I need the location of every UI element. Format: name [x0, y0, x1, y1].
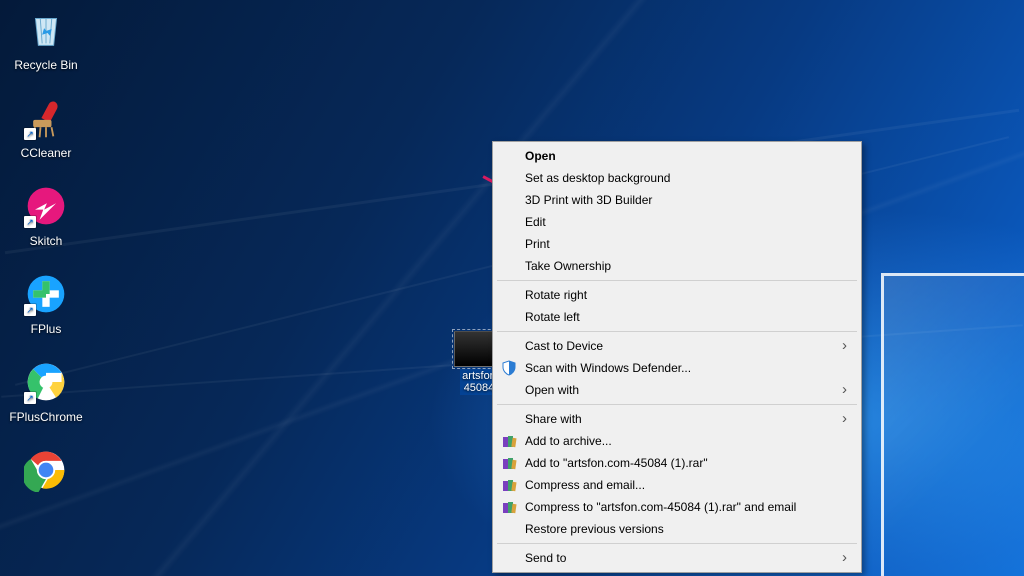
desktop-icon-label: Skitch	[30, 234, 63, 248]
menu-label: Restore previous versions	[525, 522, 664, 536]
menu-separator	[497, 404, 857, 405]
winrar-icon	[501, 499, 517, 515]
menu-send-to[interactable]: Send to	[495, 547, 859, 569]
menu-3d-print[interactable]: 3D Print with 3D Builder	[495, 189, 859, 211]
desktop-icon-label: CCleaner	[21, 146, 72, 160]
menu-separator	[497, 280, 857, 281]
recycle-bin-icon	[22, 6, 70, 54]
menu-label: Compress to "artsfon.com-45084 (1).rar" …	[525, 500, 796, 514]
desktop-icon-skitch[interactable]: Skitch	[8, 182, 84, 248]
skitch-icon	[22, 182, 70, 230]
menu-compress-email[interactable]: Compress and email...	[495, 474, 859, 496]
menu-label: Rotate right	[525, 288, 587, 302]
menu-separator	[497, 543, 857, 544]
context-menu: Open Set as desktop background 3D Print …	[492, 141, 862, 573]
winrar-icon	[501, 433, 517, 449]
selected-file-line2: 45084	[464, 382, 495, 394]
menu-label: Take Ownership	[525, 259, 611, 273]
fpluschrome-icon	[22, 358, 70, 406]
desktop-icons-column: Recycle Bin CCleaner Skitch FPlus FPlusC…	[8, 6, 84, 498]
ccleaner-icon	[22, 94, 70, 142]
menu-set-desktop-background[interactable]: Set as desktop background	[495, 167, 859, 189]
selected-file-line1: artsfon	[462, 370, 496, 382]
menu-label: Compress and email...	[525, 478, 645, 492]
menu-label: Cast to Device	[525, 339, 603, 353]
menu-open[interactable]: Open	[495, 145, 859, 167]
menu-label: Rotate left	[525, 310, 580, 324]
desktop-icon-fplus[interactable]: FPlus	[8, 270, 84, 336]
winrar-icon	[501, 477, 517, 493]
winrar-icon	[501, 455, 517, 471]
menu-rotate-right[interactable]: Rotate right	[495, 284, 859, 306]
desktop-icon-label: Recycle Bin	[14, 58, 77, 72]
fplus-icon	[22, 270, 70, 318]
desktop-icon-label: FPlusChrome	[9, 410, 82, 424]
menu-compress-rar-email[interactable]: Compress to "artsfon.com-45084 (1).rar" …	[495, 496, 859, 518]
menu-label: Edit	[525, 215, 546, 229]
menu-restore-previous[interactable]: Restore previous versions	[495, 518, 859, 540]
menu-edit[interactable]: Edit	[495, 211, 859, 233]
menu-label: Add to archive...	[525, 434, 612, 448]
menu-label: Scan with Windows Defender...	[525, 361, 691, 375]
menu-separator	[497, 331, 857, 332]
desktop-icon-ccleaner[interactable]: CCleaner	[8, 94, 84, 160]
desktop-icon-recycle-bin[interactable]: Recycle Bin	[8, 6, 84, 72]
menu-add-to-rar[interactable]: Add to "artsfon.com-45084 (1).rar"	[495, 452, 859, 474]
menu-open-with[interactable]: Open with	[495, 379, 859, 401]
menu-label: Send to	[525, 551, 566, 565]
menu-label: Set as desktop background	[525, 171, 670, 185]
defender-icon	[501, 360, 517, 376]
menu-add-archive[interactable]: Add to archive...	[495, 430, 859, 452]
menu-take-ownership[interactable]: Take Ownership	[495, 255, 859, 277]
menu-label: Print	[525, 237, 550, 251]
menu-print[interactable]: Print	[495, 233, 859, 255]
menu-label: Open	[525, 149, 556, 163]
menu-share-with[interactable]: Share with	[495, 408, 859, 430]
menu-label: 3D Print with 3D Builder	[525, 193, 652, 207]
desktop-icon-label: FPlus	[31, 322, 62, 336]
menu-scan-defender[interactable]: Scan with Windows Defender...	[495, 357, 859, 379]
desktop-icon-chrome[interactable]	[8, 446, 84, 498]
chrome-icon	[22, 446, 70, 494]
menu-cast-to-device[interactable]: Cast to Device	[495, 335, 859, 357]
menu-label: Share with	[525, 412, 582, 426]
desktop-icon-fpluschrome[interactable]: FPlusChrome	[8, 358, 84, 424]
menu-label: Add to "artsfon.com-45084 (1).rar"	[525, 456, 708, 470]
menu-rotate-left[interactable]: Rotate left	[495, 306, 859, 328]
menu-label: Open with	[525, 383, 579, 397]
